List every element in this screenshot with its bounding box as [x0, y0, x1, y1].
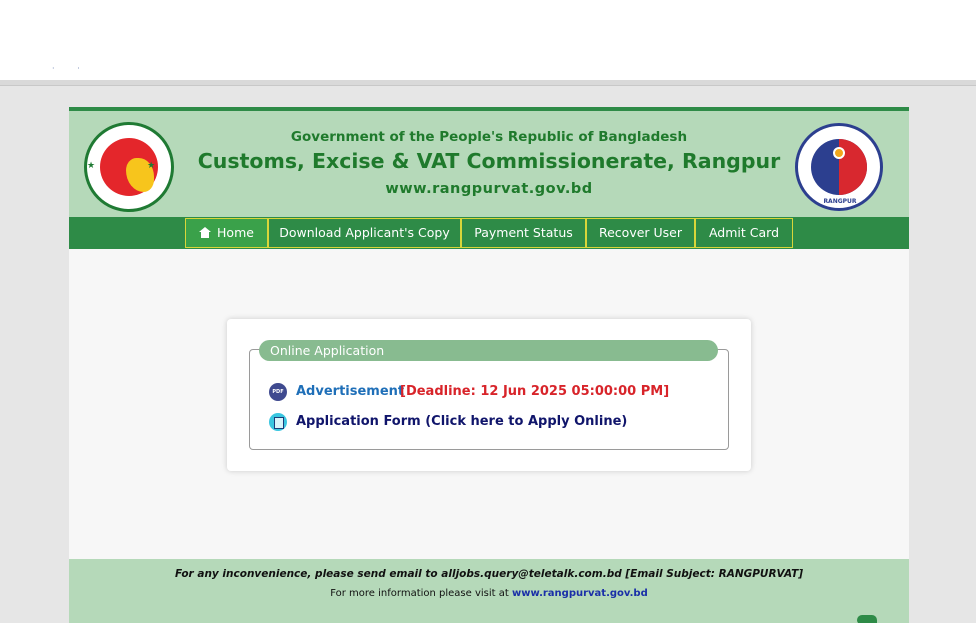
section-legend: Online Application: [259, 340, 718, 361]
logo-label: RANGPUR: [823, 198, 857, 205]
pdf-icon: PDF: [269, 383, 287, 401]
online-application-card: Online Application PDF Advertisement [De…: [227, 319, 751, 471]
footer-more-info-text: For more information please visit at: [330, 588, 509, 599]
footer-website-link[interactable]: www.rangpurvat.gov.bd: [512, 588, 648, 599]
footer-notice: For any inconvenience, please send email…: [174, 568, 804, 580]
advertisement-link[interactable]: Advertisement: [296, 382, 404, 402]
leaf-icon: [857, 615, 877, 623]
browser-top-area: · ·: [0, 0, 976, 80]
nav-home-label: Home: [217, 225, 254, 240]
nav-home[interactable]: Home: [185, 218, 268, 248]
website-url: www.rangpurvat.gov.bd: [385, 181, 593, 197]
apply-online-link[interactable]: Application Form (Click here to Apply On…: [296, 412, 627, 432]
form-icon: [269, 413, 287, 431]
browser-divider: [0, 80, 976, 86]
footer-more-info: For more information please visit at www…: [69, 588, 909, 599]
main-nav: Home Download Applicant's Copy Payment S…: [69, 217, 909, 249]
home-icon: [199, 227, 212, 238]
page-title: Customs, Excise & VAT Commissionerate, R…: [197, 149, 781, 173]
site-header: ★★ Government of the People's Republic o…: [69, 107, 909, 217]
commissionerate-logo-icon: RANGPUR: [795, 123, 883, 211]
nav-admit-card[interactable]: Admit Card: [695, 218, 793, 248]
status-dots: · ·: [52, 64, 90, 73]
nav-recover-user[interactable]: Recover User: [586, 218, 695, 248]
deadline-text: [Deadline: 12 Jun 2025 05:00:00 PM]: [400, 384, 670, 399]
nav-payment-status[interactable]: Payment Status: [461, 218, 586, 248]
nav-download-applicant-copy[interactable]: Download Applicant's Copy: [268, 218, 461, 248]
page-container: ★★ Government of the People's Republic o…: [69, 107, 909, 623]
site-footer: For any inconvenience, please send email…: [69, 559, 909, 623]
government-heading: Government of the People's Republic of B…: [290, 129, 688, 145]
